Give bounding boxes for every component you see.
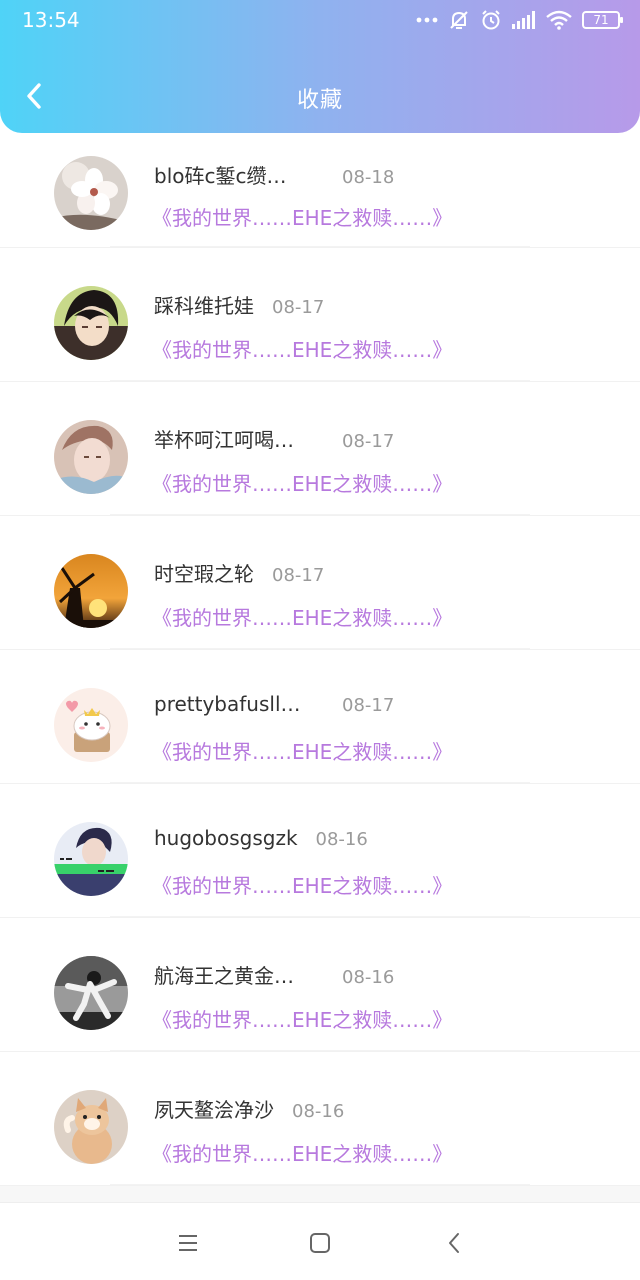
date-label: 08-17 xyxy=(272,297,325,318)
alarm-icon xyxy=(480,9,502,31)
name-row: 举杯呵江呵喝… 08-17 xyxy=(154,424,394,453)
post-title[interactable]: 《我的世界……EHE之救赎……》 xyxy=(152,602,452,631)
list-item[interactable]: hugobosgsgzk 08-16 《我的世界……EHE之救赎……》 xyxy=(0,784,640,918)
list-item[interactable]: 举杯呵江呵喝… 08-17 《我的世界……EHE之救赎……》 xyxy=(0,382,640,516)
list-item[interactable]: prettybafusll… 08-17 《我的世界……EHE之救赎……》 xyxy=(0,650,640,784)
status-bar: 13:54 71 xyxy=(0,0,640,40)
avatar xyxy=(54,688,128,762)
user-name[interactable]: 时空瑕之轮 xyxy=(154,558,254,587)
list-item[interactable]: 时空瑕之轮 08-17 《我的世界……EHE之救赎……》 xyxy=(0,516,640,650)
avatar xyxy=(54,822,128,896)
post-title[interactable]: 《我的世界……EHE之救赎……》 xyxy=(152,334,452,363)
post-title[interactable]: 《我的世界……EHE之救赎……》 xyxy=(152,1004,452,1033)
app-header: 13:54 71 收藏 xyxy=(0,0,640,133)
avatar xyxy=(54,420,128,494)
date-label: 08-16 xyxy=(342,967,395,988)
divider xyxy=(110,648,530,649)
name-row: 夙天鳌浍净沙 08-16 xyxy=(154,1094,344,1123)
favorites-list: blo砗c錾c缵… 08-18 《我的世界……EHE之救赎……》 踩科维托娃 0… xyxy=(0,150,640,1202)
divider xyxy=(110,380,530,381)
battery-indicator: 71 xyxy=(582,11,623,29)
divider xyxy=(110,782,530,783)
user-name[interactable]: 夙天鳌浍净沙 xyxy=(154,1094,274,1123)
mute-bell-icon xyxy=(448,9,470,31)
date-label: 08-16 xyxy=(292,1101,345,1122)
user-name[interactable]: 举杯呵江呵喝… xyxy=(154,424,324,453)
list-item[interactable]: blo砗c錾c缵… 08-18 《我的世界……EHE之救赎……》 xyxy=(0,150,640,248)
name-row: 踩科维托娃 08-17 xyxy=(154,290,324,319)
date-label: 08-17 xyxy=(272,565,325,586)
post-title[interactable]: 《我的世界……EHE之救赎……》 xyxy=(152,736,452,765)
divider xyxy=(110,514,530,515)
post-title[interactable]: 《我的世界……EHE之救赎……》 xyxy=(152,468,452,497)
post-title[interactable]: 《我的世界……EHE之救赎……》 xyxy=(152,1138,452,1167)
avatar xyxy=(54,956,128,1030)
name-row: 时空瑕之轮 08-17 xyxy=(154,558,324,587)
user-name[interactable]: blo砗c錾c缵… xyxy=(154,160,324,189)
back-chevron-icon xyxy=(449,1233,459,1253)
name-row: hugobosgsgzk 08-16 xyxy=(154,826,368,850)
home-button[interactable] xyxy=(304,1227,336,1259)
divider xyxy=(110,1184,530,1185)
home-square-icon xyxy=(310,1233,330,1253)
list-item[interactable]: 航海王之黄金… 08-16 《我的世界……EHE之救赎……》 xyxy=(0,918,640,1052)
post-title[interactable]: 《我的世界……EHE之救赎……》 xyxy=(152,870,452,899)
signal-icon xyxy=(512,11,536,29)
date-label: 08-17 xyxy=(342,695,395,716)
wifi-icon xyxy=(546,10,572,30)
date-label: 08-17 xyxy=(342,431,395,452)
name-row: 航海王之黄金… 08-16 xyxy=(154,960,394,989)
status-time: 13:54 xyxy=(22,8,80,32)
user-name[interactable]: prettybafusll… xyxy=(154,692,324,716)
list-item[interactable]: 夙天鳌浍净沙 08-16 《我的世界……EHE之救赎……》 xyxy=(0,1052,640,1186)
menu-button[interactable] xyxy=(172,1227,204,1259)
page-title: 收藏 xyxy=(296,88,343,113)
list-item[interactable]: 踩科维托娃 08-17 《我的世界……EHE之救赎……》 xyxy=(0,248,640,382)
user-name[interactable]: 航海王之黄金… xyxy=(154,960,324,989)
date-label: 08-16 xyxy=(315,829,368,850)
divider xyxy=(110,916,530,917)
avatar xyxy=(54,156,128,230)
avatar xyxy=(54,1090,128,1164)
status-icons: 71 xyxy=(416,8,623,32)
divider xyxy=(110,246,530,247)
user-name[interactable]: 踩科维托娃 xyxy=(154,290,254,319)
name-row: blo砗c錾c缵… 08-18 xyxy=(154,160,394,189)
avatar xyxy=(54,554,128,628)
more-dots-icon xyxy=(416,17,438,23)
divider xyxy=(110,1050,530,1051)
avatar xyxy=(54,286,128,360)
menu-icon xyxy=(179,1235,197,1251)
name-row: prettybafusll… 08-17 xyxy=(154,692,394,716)
system-nav-bar xyxy=(0,1202,640,1280)
post-title[interactable]: 《我的世界……EHE之救赎……》 xyxy=(152,202,452,231)
user-name[interactable]: hugobosgsgzk xyxy=(154,826,298,850)
date-label: 08-18 xyxy=(342,167,395,188)
nav-back-button[interactable] xyxy=(438,1227,470,1259)
